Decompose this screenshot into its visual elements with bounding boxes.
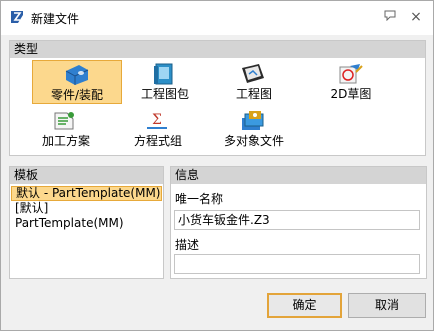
type-multi-object-file[interactable]: 多对象文件 xyxy=(209,107,299,151)
type-drawing[interactable]: 工程图 xyxy=(209,60,299,104)
type-part-assembly[interactable]: 零件/装配 xyxy=(32,60,122,104)
type-drawing-package[interactable]: 工程图包 xyxy=(120,60,210,104)
type-label: 零件/装配 xyxy=(50,88,104,102)
description-label: 描述 xyxy=(175,238,200,252)
info-panel: 信息 唯一名称 小货车钣金件.Z3 描述 xyxy=(170,166,427,279)
cancel-button[interactable]: 取消 xyxy=(348,293,426,318)
type-equation-set[interactable]: Σ 方程式组 xyxy=(113,107,203,151)
name-label: 唯一名称 xyxy=(175,192,224,206)
app-logo-icon xyxy=(9,9,25,25)
template-panel: 模板 默认 - PartTemplate(MM) [默认] PartTempla… xyxy=(9,166,164,279)
new-file-dialog: 新建文件 × 类型 零件/装配 工程图包 工程图 2D草图 加工方案 Σ 方程式… xyxy=(0,0,434,331)
description-input[interactable] xyxy=(174,254,420,274)
template-header: 模板 xyxy=(10,167,163,184)
ok-button[interactable]: 确定 xyxy=(267,293,342,318)
drawing-package-icon xyxy=(150,62,178,86)
type-label: 工程图 xyxy=(235,87,272,101)
template-list: 默认 - PartTemplate(MM) [默认] PartTemplate(… xyxy=(10,186,163,231)
type-label: 2D草图 xyxy=(330,87,372,101)
info-header: 信息 xyxy=(171,167,426,184)
equation-set-icon: Σ xyxy=(143,109,171,133)
template-item[interactable]: 默认 - PartTemplate(MM) xyxy=(11,186,162,201)
type-label: 多对象文件 xyxy=(223,134,284,148)
part-assembly-icon xyxy=(63,63,91,87)
svg-text:Σ: Σ xyxy=(152,112,162,128)
sketch-2d-icon xyxy=(336,62,364,86)
type-header: 类型 xyxy=(10,41,425,58)
drawing-icon xyxy=(239,62,267,86)
name-input[interactable]: 小货车钣金件.Z3 xyxy=(174,210,420,230)
multi-object-file-icon xyxy=(239,109,267,133)
template-item[interactable]: PartTemplate(MM) xyxy=(11,216,162,231)
close-icon[interactable]: × xyxy=(407,8,425,26)
dialog-title: 新建文件 xyxy=(31,12,80,26)
type-label: 方程式组 xyxy=(133,134,182,148)
type-label: 工程图包 xyxy=(140,87,189,101)
type-panel: 类型 零件/装配 工程图包 工程图 2D草图 加工方案 Σ 方程式组 多对象文件 xyxy=(9,40,426,156)
template-item[interactable]: [默认] xyxy=(11,201,162,216)
machining-plan-icon xyxy=(51,109,79,133)
type-label: 加工方案 xyxy=(41,134,90,148)
type-2d-sketch[interactable]: 2D草图 xyxy=(306,60,396,104)
title-bar: 新建文件 × xyxy=(1,1,433,35)
help-icon[interactable] xyxy=(381,8,399,26)
type-machining-plan[interactable]: 加工方案 xyxy=(21,107,111,151)
